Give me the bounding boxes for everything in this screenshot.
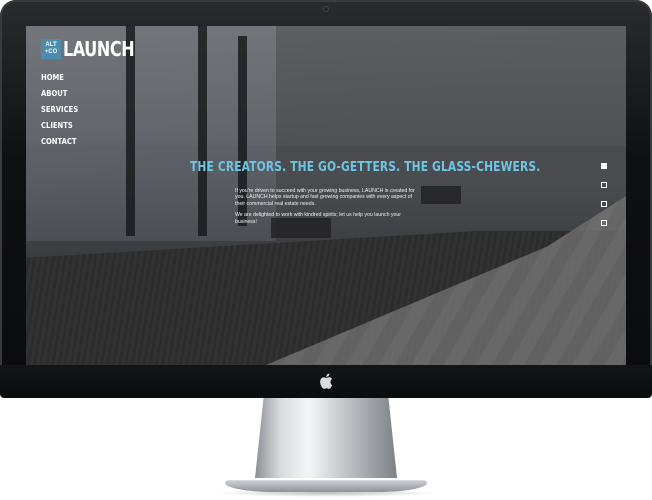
slider-dot-3[interactable] <box>601 201 607 207</box>
nav-item-contact[interactable]: CONTACT <box>41 137 78 153</box>
nav-item-about[interactable]: ABOUT <box>41 89 78 105</box>
nav-item-home[interactable]: HOME <box>41 73 78 89</box>
monitor-bezel: ALT +CO LAUNCH HOME ABOUT SERVICES CLIEN… <box>0 0 652 398</box>
logo-badge-top: ALT <box>45 42 57 48</box>
logo-badge-bottom: +CO <box>44 49 58 55</box>
logo-badge: ALT +CO <box>41 39 61 59</box>
hero-headline: THE CREATORS. THE GO-GETTERS. THE GLASS-… <box>190 160 541 175</box>
logo-wordmark: LAUNCH <box>63 37 135 61</box>
main-nav: HOME ABOUT SERVICES CLIENTS CONTACT <box>41 73 85 153</box>
hero-paragraph-1: If you're driven to succeed with your gr… <box>235 188 415 207</box>
monitor-stand <box>255 398 397 478</box>
hero-body: If you're driven to succeed with your gr… <box>235 188 421 230</box>
camera-icon <box>323 6 329 12</box>
slider-dot-1[interactable] <box>601 163 607 169</box>
slider-dot-2[interactable] <box>601 182 607 188</box>
nav-item-clients[interactable]: CLIENTS <box>41 121 78 137</box>
site-logo[interactable]: ALT +CO LAUNCH <box>41 37 152 61</box>
nav-item-services[interactable]: SERVICES <box>41 105 78 121</box>
slider-dot-4[interactable] <box>601 220 607 226</box>
hero-paragraph-2: We are delighted to work with kindred sp… <box>235 212 401 225</box>
website-screen: ALT +CO LAUNCH HOME ABOUT SERVICES CLIEN… <box>26 26 626 365</box>
apple-logo-icon <box>320 373 333 389</box>
